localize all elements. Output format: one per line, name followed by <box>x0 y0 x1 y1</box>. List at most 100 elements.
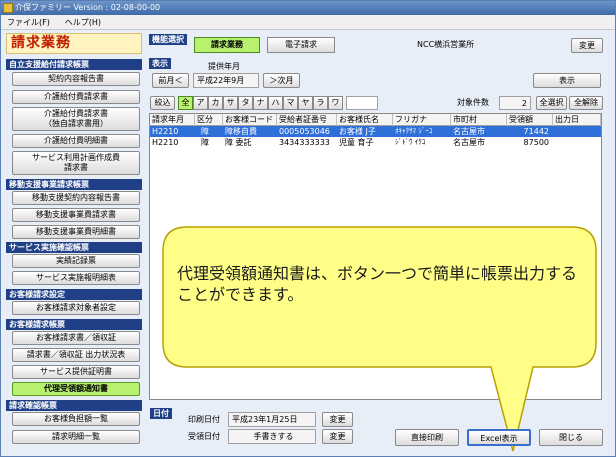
kana-ma-button[interactable]: マ <box>283 96 298 110</box>
nav-keiyaku-report[interactable]: 契約内容報告書 <box>12 72 140 86</box>
period-label: 提供年月 <box>208 62 240 71</box>
count-value: 2 <box>499 96 531 110</box>
col-header[interactable]: フリガナ <box>393 114 451 126</box>
direct-print-button[interactable]: 直接印刷 <box>395 429 459 446</box>
cell-received-amount: 71442 <box>523 127 549 136</box>
cell-customer-code: 障移自費 <box>225 127 257 136</box>
nav-idou-seikyusho[interactable]: 移動支援事業費請求書 <box>12 208 140 222</box>
nav-futangaku-ichiran[interactable]: お客様負担額一覧 <box>12 412 140 426</box>
app-icon <box>3 3 13 13</box>
window-title: 介保ファミリー Version : 02-08-00-00 <box>15 3 161 12</box>
count-label: 対象件数 <box>457 98 489 107</box>
section-head-seikyu-settei: お客様請求設定 <box>6 289 142 300</box>
section-head-jisshi: サービス実施確認帳票 <box>6 242 142 253</box>
kana-ya-button[interactable]: ヤ <box>298 96 313 110</box>
nav-seikyu-taisho-settei[interactable]: お客様請求対象者設定 <box>12 301 140 315</box>
callout-shape <box>162 226 597 452</box>
nav-idou-meisaisho[interactable]: 移動支援事業費明細書 <box>12 225 140 239</box>
col-header[interactable]: お客様氏名 <box>337 114 393 126</box>
next-month-button[interactable]: ＞次月 <box>263 73 300 88</box>
print-date-change-button[interactable]: 変更 <box>322 412 353 427</box>
deselect-all-button[interactable]: 全解除 <box>569 96 603 110</box>
kana-a-button[interactable]: ア <box>193 96 208 110</box>
select-all-button[interactable]: 全選択 <box>536 96 567 110</box>
section-head-seikyu-kakunin: 請求確認帳票 <box>6 400 142 411</box>
office-name: NCC横浜営業所 <box>417 40 475 49</box>
section-head-seikyu-chohyo: お客様請求帳票 <box>6 319 142 330</box>
cell-billing-month: H2210 <box>152 138 179 147</box>
nav-seikyusho-ryoshusho[interactable]: お客様請求書／領収証 <box>12 331 140 345</box>
office-change-button[interactable]: 変更 <box>571 38 603 53</box>
dates-label: 日付 <box>150 408 172 419</box>
col-header[interactable]: お客様コード <box>223 114 277 126</box>
nav-jisseki-kiroku[interactable]: 実績記録票 <box>12 254 140 268</box>
kana-ta-button[interactable]: タ <box>238 96 253 110</box>
cell-category: 障 <box>201 138 209 147</box>
nav-service-jisshi-meisai[interactable]: サービス実施報明細表 <box>12 271 140 285</box>
col-header[interactable]: 出力日 <box>553 114 601 126</box>
section-head-idou: 移動支援事業請求帳票 <box>6 179 142 190</box>
nav-kaigo-seikyusho-dokuji[interactable]: 介護給付費請求書 （独自請求書用） <box>12 107 140 131</box>
cell-customer-name: お客様 J子 <box>339 127 376 136</box>
tab-denshi-seikyu[interactable]: 電子請求 <box>267 37 335 53</box>
nav-kaigo-seikyusho[interactable]: 介護給付費請求書 <box>12 90 140 104</box>
receive-date-change-button[interactable]: 変更 <box>322 429 353 444</box>
show-button[interactable]: 表示 <box>533 73 601 88</box>
table-row[interactable]: H2210 障 障 委託 3434333333 児童 育子 ｼﾞﾄﾞｳ ｲｸｺ … <box>150 137 601 148</box>
menu-file[interactable]: ファイル(F) <box>1 15 56 30</box>
receive-date-label: 受領日付 <box>188 432 220 441</box>
kana-na-button[interactable]: ナ <box>253 96 268 110</box>
callout-bubble <box>161 225 598 452</box>
cell-customer-name: 児童 育子 <box>339 138 374 147</box>
kana-sa-button[interactable]: サ <box>223 96 238 110</box>
kana-ra-button[interactable]: ラ <box>313 96 328 110</box>
page-title: 請求業務 <box>6 33 142 54</box>
cell-received-amount: 87500 <box>523 138 549 147</box>
section-head-jiritsu: 自立支援給付請求帳票 <box>6 59 142 70</box>
period-value: 平成22年9月 <box>193 73 259 88</box>
kana-ha-button[interactable]: ハ <box>268 96 283 110</box>
receive-date-value: 手書きする <box>228 429 316 444</box>
sidebar: 請求業務 自立支援給付請求帳票 契約内容報告書 介護給付費請求書 介護給付費請求… <box>4 32 145 454</box>
kana-wa-button[interactable]: ワ <box>328 96 343 110</box>
table-header: 請求年月 区分 お客様コード 受給者証番号 お客様氏名 フリガナ 市町村 受領額… <box>150 114 601 126</box>
title-bar: 介保ファミリー Version : 02-08-00-00 <box>1 1 615 15</box>
cell-furigana: ｵｷｬｸｻﾏ ｼﾞｰｺ <box>395 127 433 135</box>
nav-service-plan-seikyusho[interactable]: サービス利用計画作成費 請求書 <box>12 151 140 175</box>
display-label: 表示 <box>149 58 171 69</box>
col-header[interactable]: 区分 <box>195 114 223 126</box>
cell-furigana: ｼﾞﾄﾞｳ ｲｸｺ <box>395 138 426 146</box>
nav-seikyu-meisai-ichiran[interactable]: 請求明細一覧 <box>12 430 140 444</box>
nav-service-teikyo-shomei[interactable]: サービス提供証明書 <box>12 365 140 379</box>
prev-month-button[interactable]: 前月＜ <box>152 73 189 88</box>
cell-municipality: 名古屋市 <box>453 127 485 136</box>
close-button[interactable]: 閉じる <box>539 429 603 446</box>
narrow-text-input[interactable] <box>346 96 378 110</box>
cell-municipality: 名古屋市 <box>453 138 485 147</box>
kana-all-button[interactable]: 全 <box>178 96 193 110</box>
col-header[interactable]: 受領額 <box>507 114 553 126</box>
narrow-button[interactable]: 絞込 <box>150 96 175 110</box>
nav-idou-keiyaku-report[interactable]: 移動支援契約内容報告書 <box>12 191 140 205</box>
kana-ka-button[interactable]: カ <box>208 96 223 110</box>
cell-billing-month: H2210 <box>152 127 179 136</box>
col-header[interactable]: 請求年月 <box>150 114 195 126</box>
cell-recipient-number: 3434333333 <box>279 138 330 147</box>
menu-help[interactable]: ヘルプ(H) <box>59 15 107 30</box>
nav-dairi-juryo-tsuchi[interactable]: 代理受領額通知書 <box>12 382 140 396</box>
excel-display-button[interactable]: Excel表示 <box>467 429 531 446</box>
cell-customer-code: 障 委託 <box>225 138 252 147</box>
nav-shutsuryoku-jokyo[interactable]: 請求書／領収証 出力状況表 <box>12 348 140 362</box>
cell-category: 障 <box>201 127 209 136</box>
menu-bar: ファイル(F) ヘルプ(H) <box>1 15 615 30</box>
nav-kaigo-meisaisho[interactable]: 介護給付費明細書 <box>12 134 140 148</box>
col-header[interactable]: 市町村 <box>451 114 507 126</box>
print-date-label: 印刷日付 <box>188 415 220 424</box>
function-select-label: 機能選択 <box>149 34 187 45</box>
cell-recipient-number: 0005053046 <box>279 127 330 136</box>
callout-text: 代理受領額通知書は、ボタン一つで簡単に帳票出力することができます。 <box>177 264 578 304</box>
tab-seikyu-gyomu[interactable]: 請求業務 <box>194 37 260 53</box>
print-date-value: 平成23年1月25日 <box>228 412 316 427</box>
table-row[interactable]: H2210 障 障移自費 0005053046 お客様 J子 ｵｷｬｸｻﾏ ｼﾞ… <box>150 126 601 137</box>
col-header[interactable]: 受給者証番号 <box>277 114 337 126</box>
